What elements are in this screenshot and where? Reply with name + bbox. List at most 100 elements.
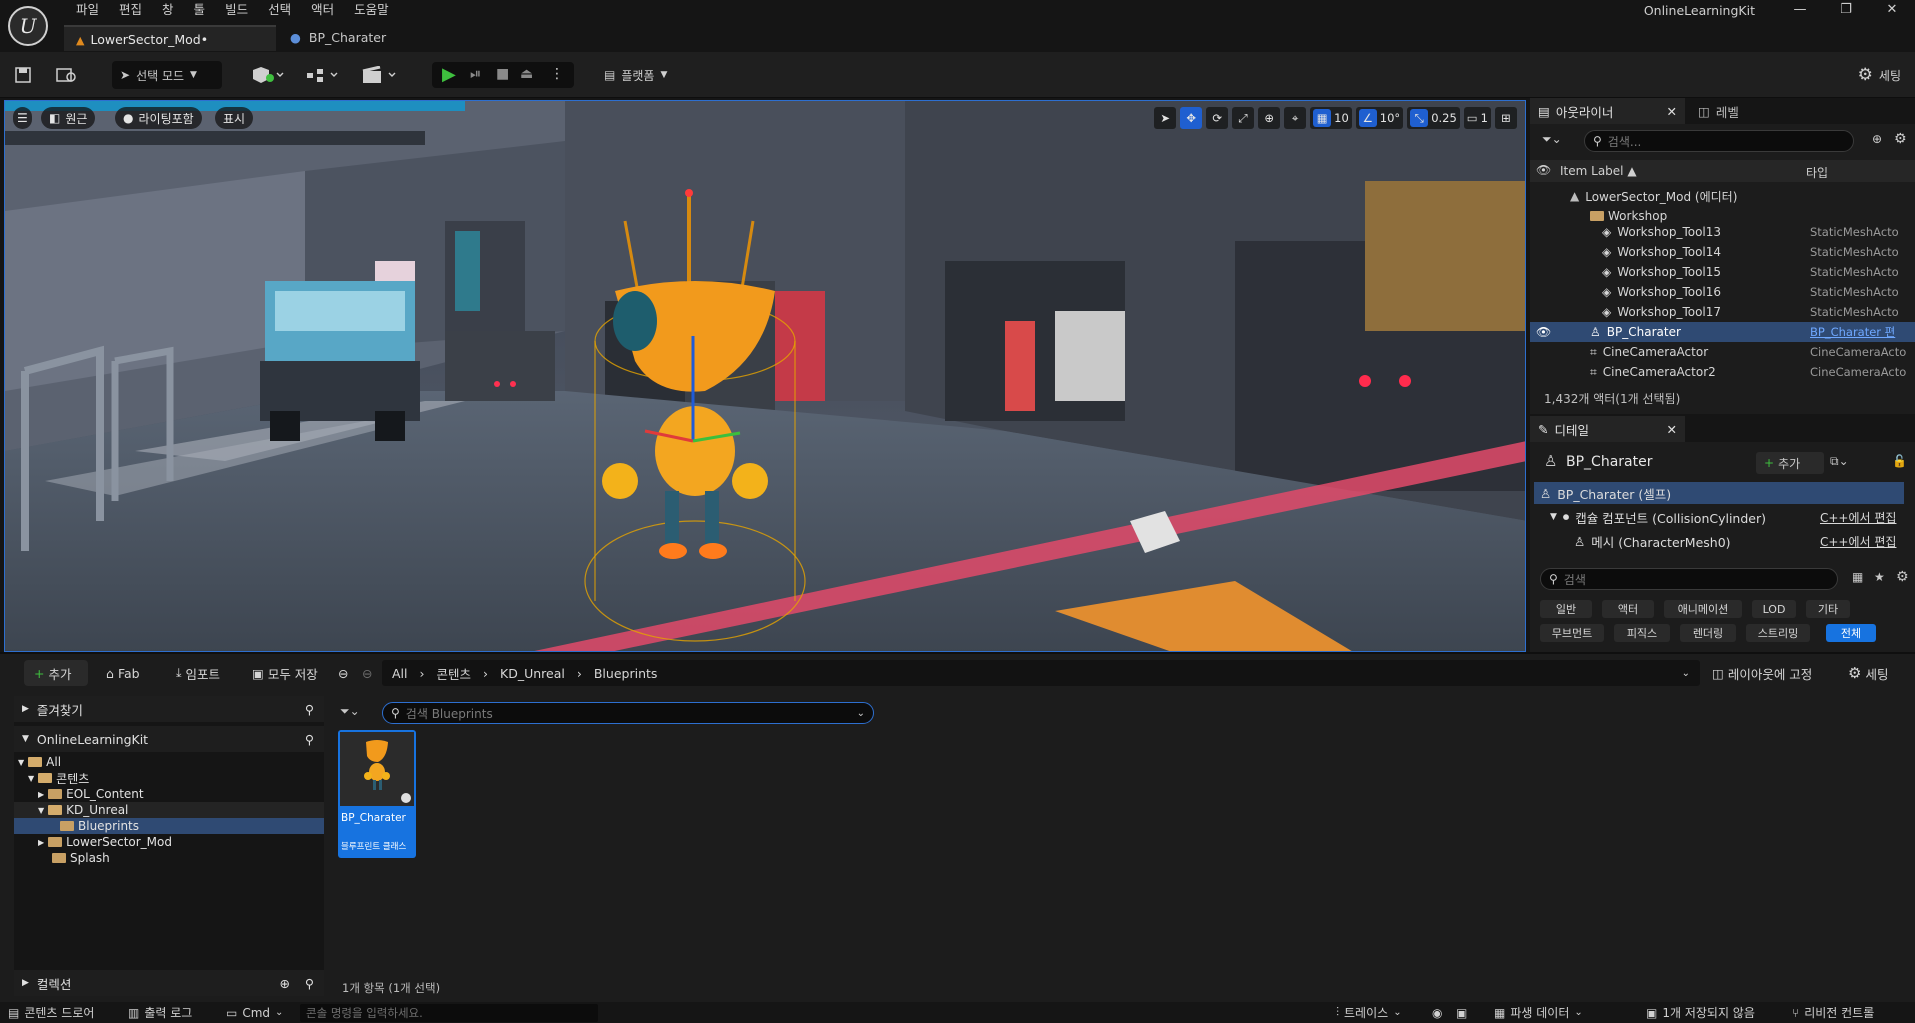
- filter-general[interactable]: 일반: [1540, 600, 1592, 618]
- component-row[interactable]: ▼ ⏺ 캡슐 컴포넌트 (CollisionCylinder) C++에서 편집: [1534, 506, 1904, 528]
- close-icon[interactable]: ✕: [1667, 104, 1677, 119]
- filter-all[interactable]: 전체: [1826, 624, 1876, 642]
- console-input[interactable]: 콘솔 명령을 입력하세요.: [300, 1004, 598, 1022]
- visibility-icon[interactable]: 👁: [1536, 163, 1551, 177]
- star-icon[interactable]: ★: [1874, 570, 1885, 584]
- browse-icon[interactable]: [56, 60, 78, 90]
- filter-lod[interactable]: LOD: [1752, 600, 1796, 618]
- tree-row[interactable]: ◈ Workshop_Tool15 StaticMeshActo: [1530, 262, 1915, 282]
- derived-data-dropdown[interactable]: ▦ 파생 데이터 ⌄: [1494, 1002, 1583, 1023]
- visibility-icon[interactable]: 👁: [1536, 325, 1551, 339]
- search-icon[interactable]: ⚲: [305, 702, 314, 717]
- menu-build[interactable]: 빌드: [215, 0, 258, 20]
- asset-search-input[interactable]: ⚲ 검색 Blueprints ⌄: [382, 702, 874, 724]
- close-icon[interactable]: ✕: [1667, 422, 1677, 437]
- search-icon[interactable]: ⚲: [305, 976, 314, 991]
- surface-snap-icon[interactable]: ⌖: [1284, 107, 1307, 129]
- viewport-menu-button[interactable]: ☰: [13, 107, 32, 129]
- project-section[interactable]: ▼ OnlineLearningKit ⚲: [14, 726, 324, 752]
- collections-section[interactable]: ▶ 컬렉션 ⊕ ⚲: [14, 970, 324, 996]
- trace-dropdown[interactable]: ⫶ 트레이스 ⌄: [1336, 1002, 1402, 1023]
- rotation-snap-toggle[interactable]: ∠ 10°: [1355, 107, 1404, 129]
- fab-button[interactable]: ⌂ Fab: [106, 660, 140, 686]
- add-collection-icon[interactable]: ⊕: [280, 976, 290, 991]
- gear-icon[interactable]: ⚙: [1894, 131, 1907, 147]
- tab-level[interactable]: ▲ LowerSector_Mod•: [64, 25, 276, 51]
- import-button[interactable]: ⤓ 임포트: [176, 660, 220, 686]
- select-icon[interactable]: ➤: [1154, 107, 1177, 129]
- tree-row-type-link[interactable]: BP_Charater 편: [1810, 324, 1910, 340]
- lock-icon[interactable]: 🔓: [1892, 454, 1907, 468]
- platforms-dropdown[interactable]: ▤ 플랫폼 ▼: [604, 60, 667, 90]
- edit-in-cpp-link[interactable]: C++에서 편집: [1820, 533, 1896, 550]
- folder-row[interactable]: ▶ LowerSector_Mod: [14, 834, 324, 850]
- more-options-icon[interactable]: ⋮: [550, 66, 564, 82]
- menu-file[interactable]: 파일: [66, 0, 109, 20]
- folder-row[interactable]: ▼ KD_Unreal: [14, 802, 324, 818]
- maximize-viewport-icon[interactable]: ⊞: [1495, 107, 1517, 129]
- favorites-section[interactable]: ▶ 즐겨찾기 ⚲: [14, 696, 324, 722]
- breadcrumb-item[interactable]: Blueprints: [594, 666, 658, 681]
- tree-row[interactable]: ◈ Workshop_Tool16 StaticMeshActo: [1530, 282, 1915, 302]
- revision-control-dropdown[interactable]: ⑂ 리비전 컨트롤: [1792, 1002, 1874, 1023]
- tab-levels[interactable]: ◫ 레벨: [1690, 98, 1790, 124]
- chevron-down-icon[interactable]: ⌄: [1682, 668, 1690, 679]
- folder-row[interactable]: Splash: [14, 850, 324, 866]
- tree-row[interactable]: ◈ Workshop_Tool13 StaticMeshActo: [1530, 222, 1915, 242]
- menu-select[interactable]: 선택: [258, 0, 301, 20]
- eject-icon[interactable]: ⏏: [520, 66, 533, 82]
- chevron-down-icon[interactable]: ⌄: [857, 708, 865, 719]
- folder-row-selected[interactable]: Blueprints: [14, 818, 324, 834]
- tab-outliner[interactable]: ▤ 아웃라이너 ✕: [1530, 98, 1685, 124]
- content-drawer-button[interactable]: ▤ 콘텐츠 드로어: [8, 1002, 94, 1023]
- cmd-dropdown[interactable]: ▭ Cmd ⌄: [226, 1002, 283, 1023]
- gear-icon[interactable]: ⚙: [1896, 569, 1909, 585]
- tree-row-selected[interactable]: 👁 ♙ BP_Charater BP_Charater 편: [1530, 322, 1915, 342]
- selection-mode-dropdown[interactable]: ➤ 선택 모드 ▼: [112, 61, 222, 89]
- world-local-icon[interactable]: ⊕: [1258, 107, 1281, 129]
- add-folder-icon[interactable]: ⊕: [1872, 132, 1882, 146]
- filter-movement[interactable]: 무브먼트: [1540, 624, 1604, 642]
- edit-in-cpp-link[interactable]: C++에서 편집: [1820, 509, 1896, 526]
- filter-actor[interactable]: 액터: [1602, 600, 1654, 618]
- cb-settings-button[interactable]: ⚙ 세팅: [1848, 660, 1888, 686]
- filter-physics[interactable]: 피직스: [1614, 624, 1670, 642]
- output-log-button[interactable]: ▥ 출력 로그: [128, 1002, 192, 1023]
- component-row-self[interactable]: ♙ BP_Charater (셀프): [1534, 482, 1904, 504]
- asset-tile[interactable]: BP_Charater 블루프린트 클래스: [338, 730, 416, 858]
- filter-streaming[interactable]: 스트리밍: [1746, 624, 1810, 642]
- outliner-search-input[interactable]: ⚲ 검색...: [1584, 130, 1854, 152]
- tree-row[interactable]: ⌗ CineCameraActor2 CineCameraActo: [1530, 362, 1915, 382]
- details-search-input[interactable]: ⚲ 검색: [1540, 568, 1838, 590]
- perspective-dropdown[interactable]: ◧ 원근: [41, 107, 96, 129]
- tree-row[interactable]: ◈ Workshop_Tool14 StaticMeshActo: [1530, 242, 1915, 262]
- add-component-button[interactable]: + 추가: [1756, 452, 1824, 474]
- tab-details[interactable]: ✎ 디테일 ✕: [1530, 416, 1685, 442]
- breadcrumb-item[interactable]: KD_Unreal: [500, 666, 565, 681]
- rotate-icon[interactable]: ⟳: [1206, 107, 1229, 129]
- step-icon[interactable]: ⏯: [470, 66, 481, 82]
- settings-button[interactable]: ⚙ 세팅: [1858, 60, 1901, 90]
- tree-row[interactable]: ⌗ CineCameraActor CineCameraActo: [1530, 342, 1915, 362]
- folder-row[interactable]: ▼ 콘텐츠: [14, 770, 324, 786]
- search-icon[interactable]: ⚲: [305, 732, 314, 747]
- breadcrumb-item[interactable]: 콘텐츠: [437, 664, 472, 683]
- component-row[interactable]: ♙ 메시 (CharacterMesh0) C++에서 편집: [1534, 530, 1904, 552]
- filter-icon[interactable]: ⏷⌄: [340, 704, 360, 719]
- unsaved-button[interactable]: ▣ 1개 저장되지 않음: [1646, 1002, 1755, 1023]
- back-icon[interactable]: ⊖: [338, 660, 348, 686]
- save-all-button[interactable]: ▣ 모두 저장: [252, 660, 318, 686]
- menu-help[interactable]: 도움말: [344, 0, 399, 20]
- forward-icon[interactable]: ⊖: [362, 660, 372, 686]
- tree-row-level[interactable]: ▲ LowerSector_Mod (에디터): [1530, 186, 1915, 206]
- folder-row[interactable]: ▶ EOL_Content: [14, 786, 324, 802]
- filter-misc[interactable]: 기타: [1806, 600, 1850, 618]
- menu-edit[interactable]: 편집: [109, 0, 152, 20]
- restore-icon[interactable]: ❐: [1823, 1, 1869, 19]
- save-icon[interactable]: [14, 60, 32, 90]
- scale-icon[interactable]: ⤢: [1232, 107, 1255, 129]
- scale-snap-toggle[interactable]: ⤡ 0.25: [1407, 107, 1460, 129]
- menu-actor[interactable]: 액터: [301, 0, 344, 20]
- filter-rendering[interactable]: 렌더링: [1680, 624, 1736, 642]
- show-dropdown[interactable]: 표시: [215, 107, 254, 129]
